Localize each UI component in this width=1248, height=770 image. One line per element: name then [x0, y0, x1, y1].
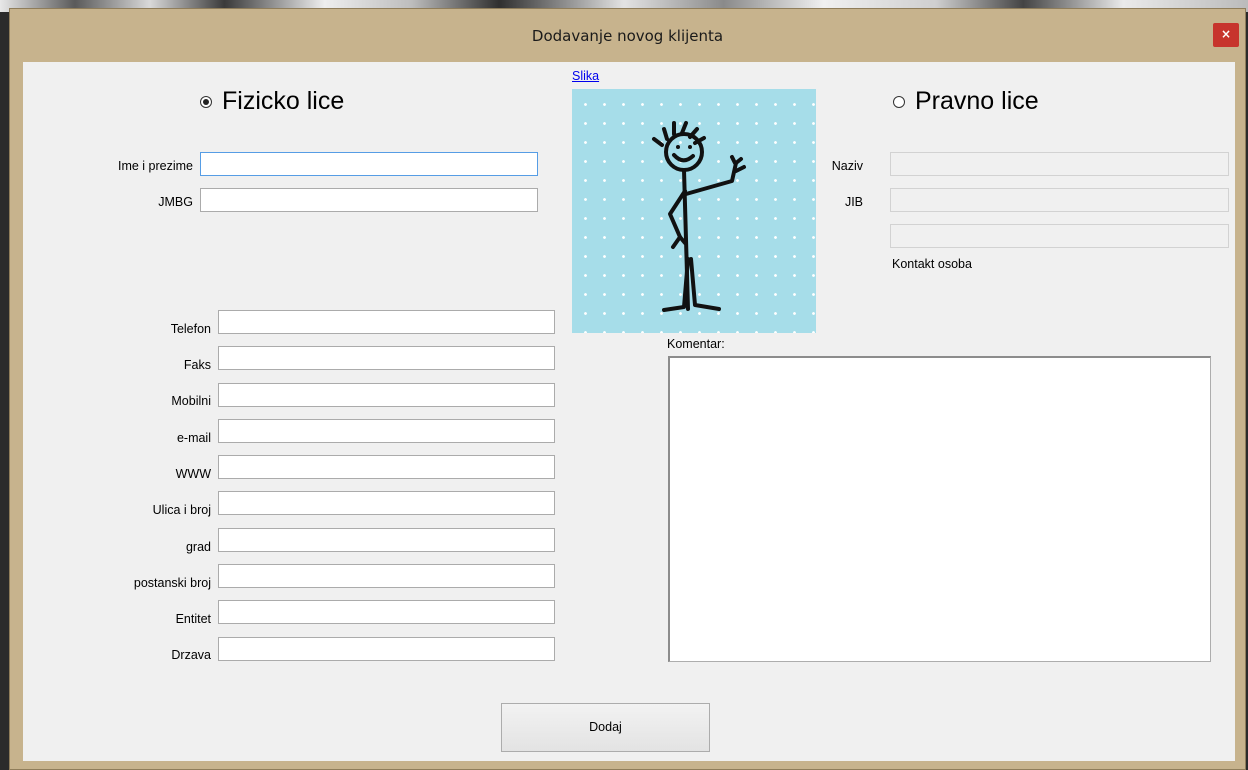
label-postal-code: postanski broj	[133, 576, 211, 590]
label-entity: Entitet	[175, 612, 211, 626]
www-field[interactable]	[218, 455, 555, 479]
telefon-input[interactable]	[219, 311, 554, 333]
label-comment: Komentar:	[667, 337, 725, 351]
label-telefon: Telefon	[170, 322, 211, 336]
title-bar[interactable]: Dodavanje novog klijenta ×	[10, 9, 1245, 62]
city-input[interactable]	[219, 529, 554, 551]
comment-input[interactable]	[670, 358, 1210, 661]
label-www: WWW	[175, 467, 211, 481]
label-faks: Faks	[183, 358, 211, 372]
radio-legal-entity-label: Pravno lice	[915, 87, 1039, 115]
faks-field[interactable]	[218, 346, 555, 370]
form-client-area: Fizicko lice Ime i prezime JMBG Telefon …	[23, 62, 1235, 761]
jmbg-input[interactable]	[201, 189, 537, 211]
jmbg-field[interactable]	[200, 188, 538, 212]
full-name-input[interactable]	[201, 153, 537, 175]
email-field[interactable]	[218, 419, 555, 443]
naziv-input[interactable]	[891, 153, 1228, 175]
naziv-field[interactable]	[890, 152, 1229, 176]
label-mobilni: Mobilni	[171, 394, 211, 408]
close-button[interactable]: ×	[1213, 23, 1239, 47]
add-button[interactable]: Dodaj	[501, 703, 710, 752]
mobilni-field[interactable]	[218, 383, 555, 407]
radio-legal-entity-indicator[interactable]	[893, 95, 905, 108]
label-street: Ulica i broj	[152, 503, 211, 517]
radio-individual-label: Fizicko lice	[222, 87, 345, 115]
country-field[interactable]	[218, 637, 555, 661]
contact-person-input[interactable]	[891, 225, 1228, 247]
label-contact-person: Kontakt osoba	[892, 257, 972, 271]
entity-field[interactable]	[218, 600, 555, 624]
window-title: Dodavanje novog klijenta	[531, 27, 724, 45]
label-naziv: Naziv	[831, 159, 863, 173]
city-field[interactable]	[218, 528, 555, 552]
country-input[interactable]	[219, 638, 554, 660]
www-input[interactable]	[219, 456, 554, 478]
label-city: grad	[185, 540, 211, 554]
label-full-name: Ime i prezime	[117, 159, 193, 173]
dialog-window: Dodavanje novog klijenta × Fizicko lice …	[9, 8, 1246, 770]
comment-box[interactable]	[668, 356, 1211, 662]
street-field[interactable]	[218, 491, 555, 515]
contact-person-field[interactable]	[890, 224, 1229, 248]
label-country: Drzava	[171, 648, 211, 662]
client-picture[interactable]	[572, 89, 816, 333]
entity-input[interactable]	[219, 601, 554, 623]
close-icon: ×	[1220, 27, 1232, 41]
label-jmbg: JMBG	[158, 195, 193, 209]
street-input[interactable]	[219, 492, 554, 514]
jib-input[interactable]	[891, 189, 1228, 211]
label-jib: JIB	[844, 195, 863, 209]
mobilni-input[interactable]	[219, 384, 554, 406]
picture-link[interactable]: Slika	[572, 69, 599, 83]
radio-legal-entity[interactable]: Pravno lice	[893, 87, 1039, 116]
radio-individual[interactable]: Fizicko lice	[200, 87, 344, 116]
label-email: e-mail	[176, 431, 211, 445]
faks-input[interactable]	[219, 347, 554, 369]
telefon-field[interactable]	[218, 310, 555, 334]
stick-figure-image	[652, 121, 746, 312]
postal-code-input[interactable]	[219, 565, 554, 587]
full-name-field[interactable]	[200, 152, 538, 176]
radio-individual-indicator[interactable]	[200, 95, 212, 108]
email-input[interactable]	[219, 420, 554, 442]
jib-field[interactable]	[890, 188, 1229, 212]
postal-code-field[interactable]	[218, 564, 555, 588]
